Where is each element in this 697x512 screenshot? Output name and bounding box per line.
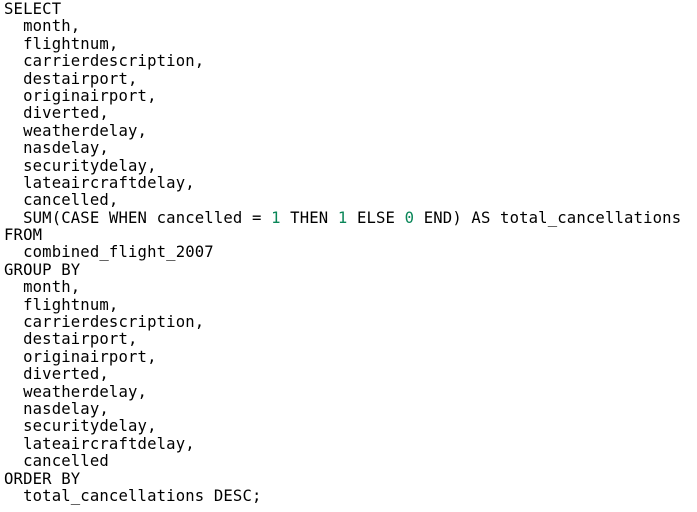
code-line: GROUP BY — [4, 260, 681, 279]
code-token: nasdelay, — [4, 139, 109, 158]
code-line: weatherdelay, — [4, 121, 681, 140]
code-line: nasdelay, — [4, 139, 681, 158]
numeric-literal: 1 — [337, 208, 348, 227]
code-line: flightnum, — [4, 34, 681, 53]
code-token: ORDER BY — [4, 469, 81, 488]
code-line: destairport, — [4, 69, 681, 88]
code-line: total_cancellations DESC; — [4, 486, 681, 505]
code-token: carrierdescription, — [4, 313, 205, 332]
code-line: month, — [4, 279, 681, 296]
code-line: FROM — [4, 226, 681, 245]
code-token: diverted, — [4, 104, 109, 123]
code-token: month, — [4, 17, 81, 36]
code-token: THEN — [280, 208, 338, 227]
code-token: total_cancellations DESC; — [4, 486, 262, 505]
code-token: nasdelay, — [4, 399, 109, 418]
code-token: weatherdelay, — [4, 382, 148, 401]
sql-code-editor[interactable]: SELECT month, flightnum, carrierdescript… — [4, 0, 682, 505]
code-token: originairport, — [4, 347, 157, 366]
code-token: ELSE — [347, 208, 405, 227]
code-line: destairport, — [4, 331, 681, 348]
code-line: lateaircraftdelay, — [4, 173, 681, 192]
code-token: cancelled, — [4, 191, 119, 210]
code-token: originairport, — [4, 86, 157, 105]
code-token: lateaircraftdelay, — [4, 173, 195, 192]
code-token: securitydelay, — [4, 156, 157, 175]
code-token: carrierdescription, — [4, 52, 205, 71]
code-token: securitydelay, — [4, 417, 157, 436]
code-token: weatherdelay, — [4, 121, 148, 140]
code-line: cancelled, — [4, 192, 681, 209]
code-line: nasdelay, — [4, 399, 681, 418]
code-token: lateaircraftdelay, — [4, 434, 195, 453]
code-token: destairport, — [4, 330, 138, 349]
code-line: securitydelay, — [4, 418, 681, 435]
code-line: originairport, — [4, 347, 681, 366]
code-line: carrierdescription, — [4, 313, 681, 332]
code-line: combined_flight_2007 — [4, 244, 681, 261]
code-token: destairport, — [4, 69, 138, 88]
code-line: diverted, — [4, 366, 681, 383]
code-token: month, — [4, 278, 81, 297]
code-line: lateaircraftdelay, — [4, 434, 681, 453]
code-token: GROUP BY — [4, 260, 81, 279]
numeric-literal: 0 — [404, 208, 415, 227]
code-token: combined_flight_2007 — [4, 243, 214, 262]
code-line: weatherdelay, — [4, 382, 681, 401]
code-line: SELECT — [4, 0, 681, 18]
code-line: diverted, — [4, 105, 681, 122]
code-token: diverted, — [4, 365, 109, 384]
code-line: flightnum, — [4, 295, 681, 314]
code-line: originairport, — [4, 86, 681, 105]
code-line: SUM(CASE WHEN cancelled = 1 THEN 1 ELSE … — [4, 208, 682, 227]
code-token: SELECT — [4, 0, 62, 18]
code-line: carrierdescription, — [4, 52, 681, 71]
code-token: FROM — [4, 226, 43, 245]
numeric-literal: 1 — [271, 208, 281, 227]
code-token: cancelled — [4, 452, 109, 471]
code-token: flightnum, — [4, 34, 119, 53]
code-token: SUM(CASE WHEN cancelled = — [4, 208, 272, 227]
code-line: securitydelay, — [4, 156, 681, 175]
code-token: flightnum, — [4, 295, 119, 314]
code-line: ORDER BY — [4, 469, 681, 488]
code-token: END) AS total_cancellations — [414, 208, 682, 227]
code-line: month, — [4, 18, 681, 35]
code-line: cancelled — [4, 452, 681, 471]
